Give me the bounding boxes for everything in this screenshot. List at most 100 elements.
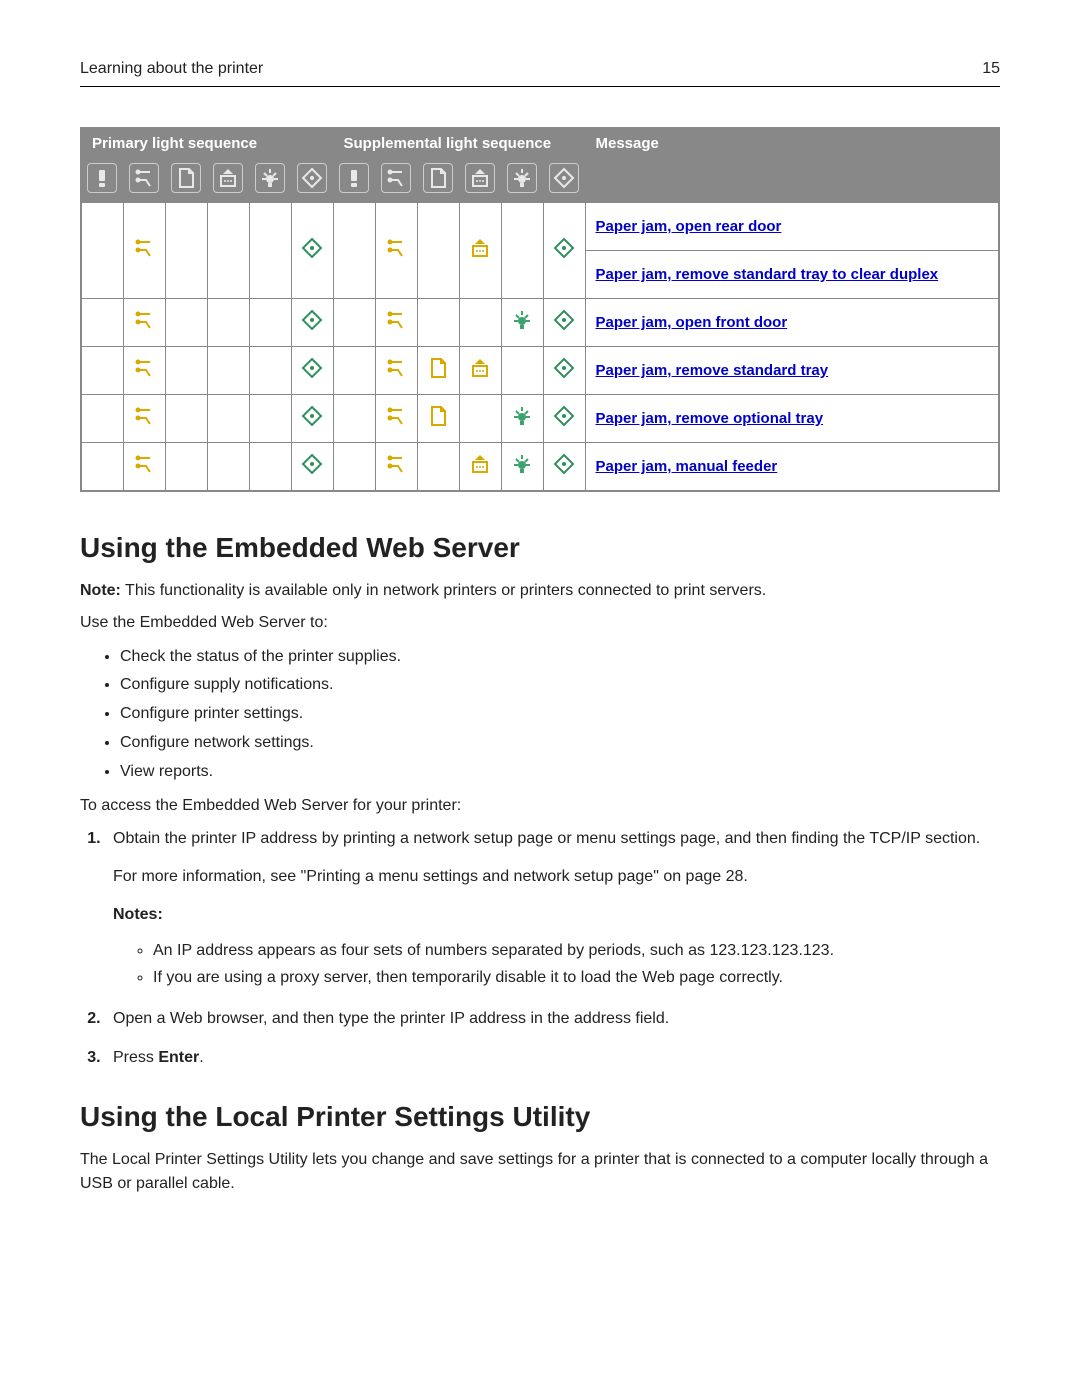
col-supplemental: Supplemental light sequence [333,128,585,159]
error-cell [333,203,375,299]
error-icon [333,159,375,203]
access-intro: To access the Embedded Web Server for yo… [80,794,1000,818]
col-primary: Primary light sequence [81,128,333,159]
message-link[interactable]: Paper jam, open front door [596,314,788,331]
message-cell: Paper jam, open front door [585,299,999,347]
load-cell [459,203,501,299]
paper-cell [165,395,207,443]
error-cell [81,203,123,299]
step3-b: Enter [158,1049,199,1066]
light-cell [249,443,291,491]
message-col-spacer [585,159,999,203]
bullet-item: View reports. [120,758,1000,787]
go-cell [291,347,333,395]
step3-a: Press [113,1049,158,1066]
toner-icon [123,159,165,203]
go-cell [543,347,585,395]
go-icon [543,159,585,203]
table-row: Paper jam, open front door [81,299,999,347]
message-cell: Paper jam, remove standard tray to clear… [585,251,999,299]
message-cell: Paper jam, manual feeder [585,443,999,491]
table-row: Paper jam, remove optional tray [81,395,999,443]
paper-cell [165,203,207,299]
error-cell [333,347,375,395]
light-icon [249,159,291,203]
notes-label: Notes: [113,902,1000,928]
section2-title: Using the Local Printer Settings Utility [80,1101,1000,1133]
go-cell [543,203,585,299]
error-cell [333,395,375,443]
light-cell [249,395,291,443]
toner-cell [123,443,165,491]
table-row: Paper jam, remove standard tray [81,347,999,395]
bullet-item: Configure printer settings. [120,700,1000,729]
load-cell [207,347,249,395]
section1-bullets: Check the status of the printer supplies… [120,643,1000,787]
go-cell [291,203,333,299]
message-link[interactable]: Paper jam, remove optional tray [596,410,824,427]
go-cell [291,395,333,443]
light-cell [501,395,543,443]
error-cell [333,443,375,491]
paper-cell [165,347,207,395]
go-cell [291,443,333,491]
load-cell [207,395,249,443]
section1-note: Note: This functionality is available on… [80,579,1000,603]
light-cell [501,443,543,491]
paper-icon [417,159,459,203]
go-cell [543,299,585,347]
message-cell: Paper jam, remove optional tray [585,395,999,443]
light-sequence-table: Primary light sequence Supplemental ligh… [80,127,1000,492]
note-item: If you are using a proxy server, then te… [153,964,1000,991]
message-link[interactable]: Paper jam, remove standard tray [596,362,829,379]
step1-notes: An IP address appears as four sets of nu… [153,937,1000,991]
paper-cell [417,443,459,491]
section2-text: The Local Printer Settings Utility lets … [80,1148,1000,1196]
message-link[interactable]: Paper jam, open rear door [596,218,782,235]
page-number: 15 [982,60,1000,78]
page-header: Learning about the printer 15 [80,60,1000,87]
paper-cell [417,203,459,299]
load-cell [207,203,249,299]
light-cell [501,203,543,299]
note-text: This functionality is available only in … [121,582,766,599]
toner-cell [123,395,165,443]
light-icon [501,159,543,203]
error-cell [333,299,375,347]
bullet-item: Configure supply notifications. [120,671,1000,700]
load-cell [207,443,249,491]
step3-c: . [199,1049,203,1066]
load-icon [459,159,501,203]
toner-cell [375,203,417,299]
go-cell [543,443,585,491]
step1-text-a: Obtain the printer IP address by printin… [113,826,1000,852]
error-icon [81,159,123,203]
go-cell [291,299,333,347]
message-link[interactable]: Paper jam, manual feeder [596,458,778,475]
note-item: An IP address appears as four sets of nu… [153,937,1000,964]
toner-cell [375,347,417,395]
header-title: Learning about the printer [80,60,263,78]
load-cell [459,443,501,491]
toner-icon [375,159,417,203]
note-label: Note: [80,582,121,599]
go-icon [291,159,333,203]
access-steps: Obtain the printer IP address by printin… [105,826,1000,1070]
message-cell: Paper jam, remove standard tray [585,347,999,395]
bullet-item: Check the status of the printer supplies… [120,643,1000,672]
go-cell [543,395,585,443]
load-cell [459,347,501,395]
error-cell [81,443,123,491]
paper-cell [417,299,459,347]
table-row: Paper jam, manual feeder [81,443,999,491]
step1-text-b: For more information, see "Printing a me… [113,864,1000,890]
light-cell [501,347,543,395]
load-icon [207,159,249,203]
paper-cell [165,443,207,491]
paper-cell [165,299,207,347]
section1-intro: Use the Embedded Web Server to: [80,611,1000,635]
message-link[interactable]: Paper jam, remove standard tray to clear… [596,266,939,283]
step-3: Press Enter. [105,1045,1000,1071]
section1-title: Using the Embedded Web Server [80,532,1000,564]
light-cell [249,347,291,395]
